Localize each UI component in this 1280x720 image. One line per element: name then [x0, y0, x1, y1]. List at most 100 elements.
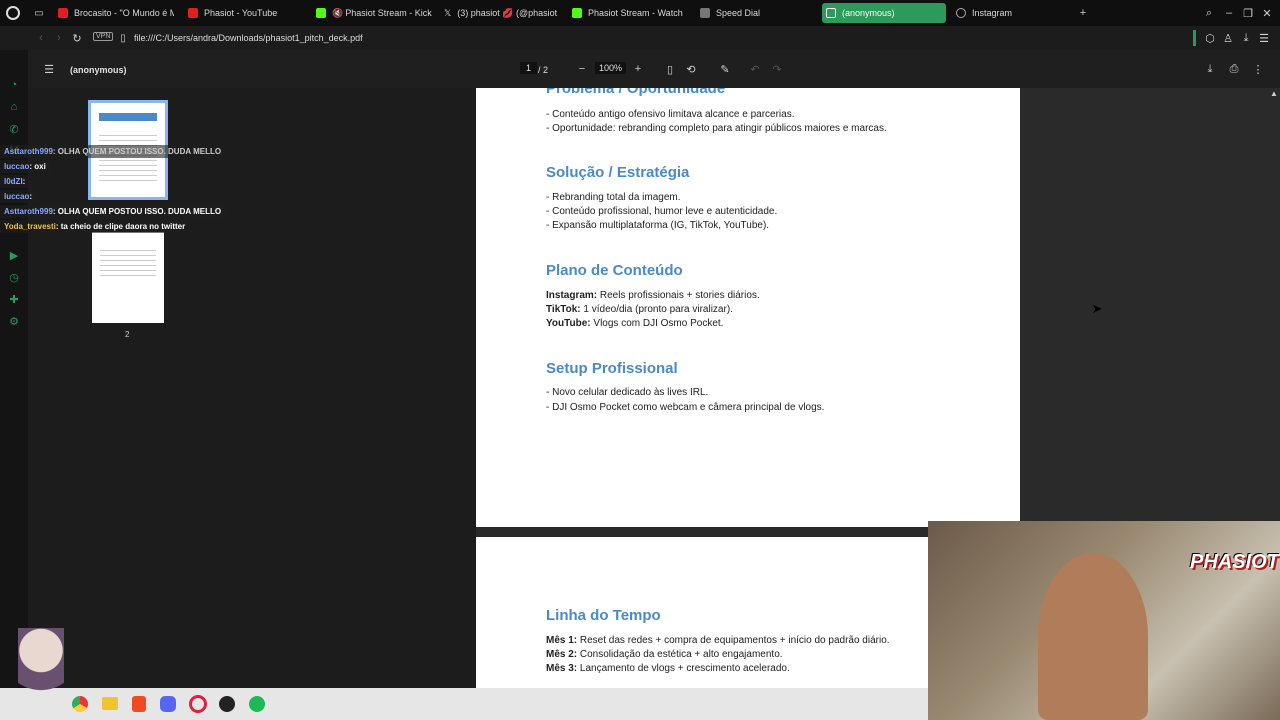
menu-icon[interactable]: ☰	[1257, 31, 1271, 45]
chat-message: Asttaroth999: OLHA QUEM POSTOU ISSO. DUD…	[0, 145, 226, 158]
pdf-title: (anonymous)	[70, 65, 127, 75]
streamer-silhouette	[1038, 553, 1148, 720]
file-explorer-icon[interactable]	[102, 697, 118, 710]
solution-line-3: - Expansão multiplataforma (IG, TikTok, …	[546, 220, 770, 231]
close-icon[interactable]: ✕	[1260, 6, 1274, 20]
file-icon: ▯	[120, 32, 126, 44]
chrome-icon[interactable]	[72, 696, 88, 712]
settings-icon[interactable]: ⚙	[7, 314, 21, 328]
reload-icon[interactable]: ↻	[70, 31, 84, 45]
pdf-toolbar: ☰ (anonymous) 1 / 2 − 100% + ▯ ⟲ ✎ ↶ ↷ ⤓…	[28, 50, 1280, 88]
undo-icon[interactable]: ↶	[748, 62, 762, 76]
loading-icon	[956, 8, 966, 18]
shopping-icon[interactable]: ⌂	[7, 100, 21, 114]
back-icon[interactable]: ‹	[34, 31, 48, 45]
tab-speed-dial[interactable]: Speed Dial	[696, 3, 816, 23]
annotate-icon[interactable]: ✎	[718, 62, 732, 76]
opera-taskbar-icon[interactable]	[189, 695, 207, 713]
player-icon[interactable]: ▶	[7, 248, 21, 262]
speed-dial-icon	[700, 8, 710, 18]
sidebar-toggle-indicator[interactable]	[1193, 30, 1196, 46]
download-icon[interactable]: ⤓	[1239, 31, 1253, 45]
setup-line-2: - DJI Osmo Pocket como webcam e câmera p…	[546, 402, 825, 413]
chat-message: Yoda_travesti: ta cheio de clipe daora n…	[0, 220, 190, 233]
plan-line-2: TikTok: 1 vídeo/dia (pronto para viraliz…	[546, 304, 733, 315]
tab-label: (anonymous)	[842, 8, 895, 18]
tab-label: Speed Dial	[716, 8, 761, 18]
spotify-icon[interactable]	[249, 696, 265, 712]
clock-icon[interactable]: ◷	[7, 270, 21, 284]
brave-icon[interactable]	[132, 696, 146, 712]
new-tab-icon[interactable]: +	[1076, 6, 1090, 20]
vpn-badge[interactable]: VPN	[93, 32, 114, 41]
minimize-icon[interactable]: –	[1222, 6, 1236, 20]
heading-content-plan: Plano de Conteúdo	[546, 262, 683, 279]
profile-icon[interactable]: ♙	[1221, 31, 1235, 45]
tab-phasiot-youtube[interactable]: Phasiot - YouTube	[184, 3, 304, 23]
page-total: / 2	[538, 65, 549, 75]
thumbnails-menu-icon[interactable]: ☰	[42, 62, 56, 76]
tab-label: Phasiot Stream - Watch L	[588, 8, 686, 18]
tab-label: Instagram	[972, 8, 1013, 18]
workspaces-icon[interactable]: ▭	[32, 6, 46, 20]
restore-icon[interactable]: ❐	[1241, 6, 1255, 20]
search-icon[interactable]: ⌕	[1202, 6, 1216, 20]
document-icon	[826, 8, 836, 18]
windows-taskbar	[0, 688, 928, 720]
chat-message: l0dZI:	[0, 175, 30, 188]
setup-line-1: - Novo celular dedicado às lives IRL.	[546, 387, 709, 398]
mute-icon[interactable]: 🔇	[332, 8, 343, 19]
pdf-thumbnail-sidebar: 2	[28, 88, 476, 688]
browser-tab-bar: ▭ Brocasito - "O Mundo é M Phasiot - You…	[0, 0, 1280, 26]
timeline-line-3: Mês 3: Lançamento de vlogs + crescimento…	[546, 663, 790, 674]
rotate-icon[interactable]: ⟲	[684, 62, 698, 76]
heading-problem: Problema / Oportunidade	[546, 88, 726, 97]
more-options-icon[interactable]: ⋮	[1251, 62, 1265, 76]
problem-line-1: - Conteúdo antigo ofensivo limitava alca…	[546, 109, 795, 120]
obs-icon[interactable]	[219, 696, 235, 712]
url-field[interactable]: file:///C:/Users/andra/Downloads/phasiot…	[134, 33, 363, 43]
zoom-out-icon[interactable]: −	[575, 62, 589, 76]
thumbnail-page-2[interactable]	[92, 232, 164, 323]
chat-message: luccao: oxi	[0, 160, 50, 173]
zoom-in-icon[interactable]: +	[631, 62, 645, 76]
zoom-level-input[interactable]: 100%	[595, 62, 627, 74]
tab-label: Phasiot - YouTube	[204, 8, 278, 18]
extensions-sidebar-icon[interactable]: ✚	[7, 292, 21, 306]
tab-anonymous[interactable]: (anonymous)	[822, 3, 946, 23]
tab-brocasito[interactable]: Brocasito - "O Mundo é M	[54, 3, 174, 23]
opera-logo-icon[interactable]	[6, 6, 20, 20]
tab-phasiot-kick[interactable]: 🔇 Phasiot Stream - Kick	[312, 3, 432, 23]
redo-icon[interactable]: ↷	[770, 62, 784, 76]
history-icon[interactable]: ◔	[7, 78, 21, 92]
forward-icon[interactable]: ›	[52, 31, 66, 45]
scroll-up-icon[interactable]: ▲	[1268, 88, 1280, 98]
whatsapp-icon[interactable]: ✆	[7, 122, 21, 136]
mouse-cursor-icon: ➤	[1091, 301, 1103, 316]
problem-line-2: - Oportunidade: rebranding completo para…	[546, 123, 887, 134]
heading-solution: Solução / Estratégia	[546, 164, 690, 181]
address-bar-row: ‹ › ↻ VPN ▯ file:///C:/Users/andra/Downl…	[0, 26, 1280, 50]
tab-instagram[interactable]: Instagram	[952, 3, 1072, 23]
extensions-icon[interactable]: ⬡	[1203, 31, 1217, 45]
page-number-input[interactable]: 1	[520, 62, 538, 74]
print-icon[interactable]: ⎙	[1227, 62, 1241, 76]
discord-icon[interactable]	[160, 696, 176, 712]
youtube-icon	[188, 8, 198, 18]
webcam-overlay: PHASIOT	[928, 521, 1280, 720]
download-pdf-icon[interactable]: ⤓	[1203, 62, 1217, 76]
thumbnail-title-bar	[99, 113, 157, 121]
thumbnail-text-lines	[100, 246, 156, 276]
timeline-line-1: Mês 1: Reset das redes + compra de equip…	[546, 635, 890, 646]
solution-line-2: - Conteúdo profissional, humor leve e au…	[546, 206, 778, 217]
tab-label: Phasiot Stream - Kick	[345, 8, 432, 18]
heading-setup: Setup Profissional	[546, 360, 678, 377]
plan-line-3: YouTube: Vlogs com DJI Osmo Pocket.	[546, 318, 724, 329]
fit-page-icon[interactable]: ▯	[663, 62, 677, 76]
phasiot-logo: PHASIOT	[1190, 551, 1279, 573]
timeline-line-2: Mês 2: Consolidação da estética + alto e…	[546, 649, 783, 660]
tab-phasiot-x[interactable]: 𝕏 (3) phasiot 💋 (@phasiot	[440, 3, 560, 23]
pdf-page-1: Problema / Oportunidade - Conteúdo antig…	[476, 88, 1020, 527]
tab-phasiot-watch[interactable]: Phasiot Stream - Watch L	[568, 3, 686, 23]
x-icon: 𝕏	[444, 7, 452, 18]
